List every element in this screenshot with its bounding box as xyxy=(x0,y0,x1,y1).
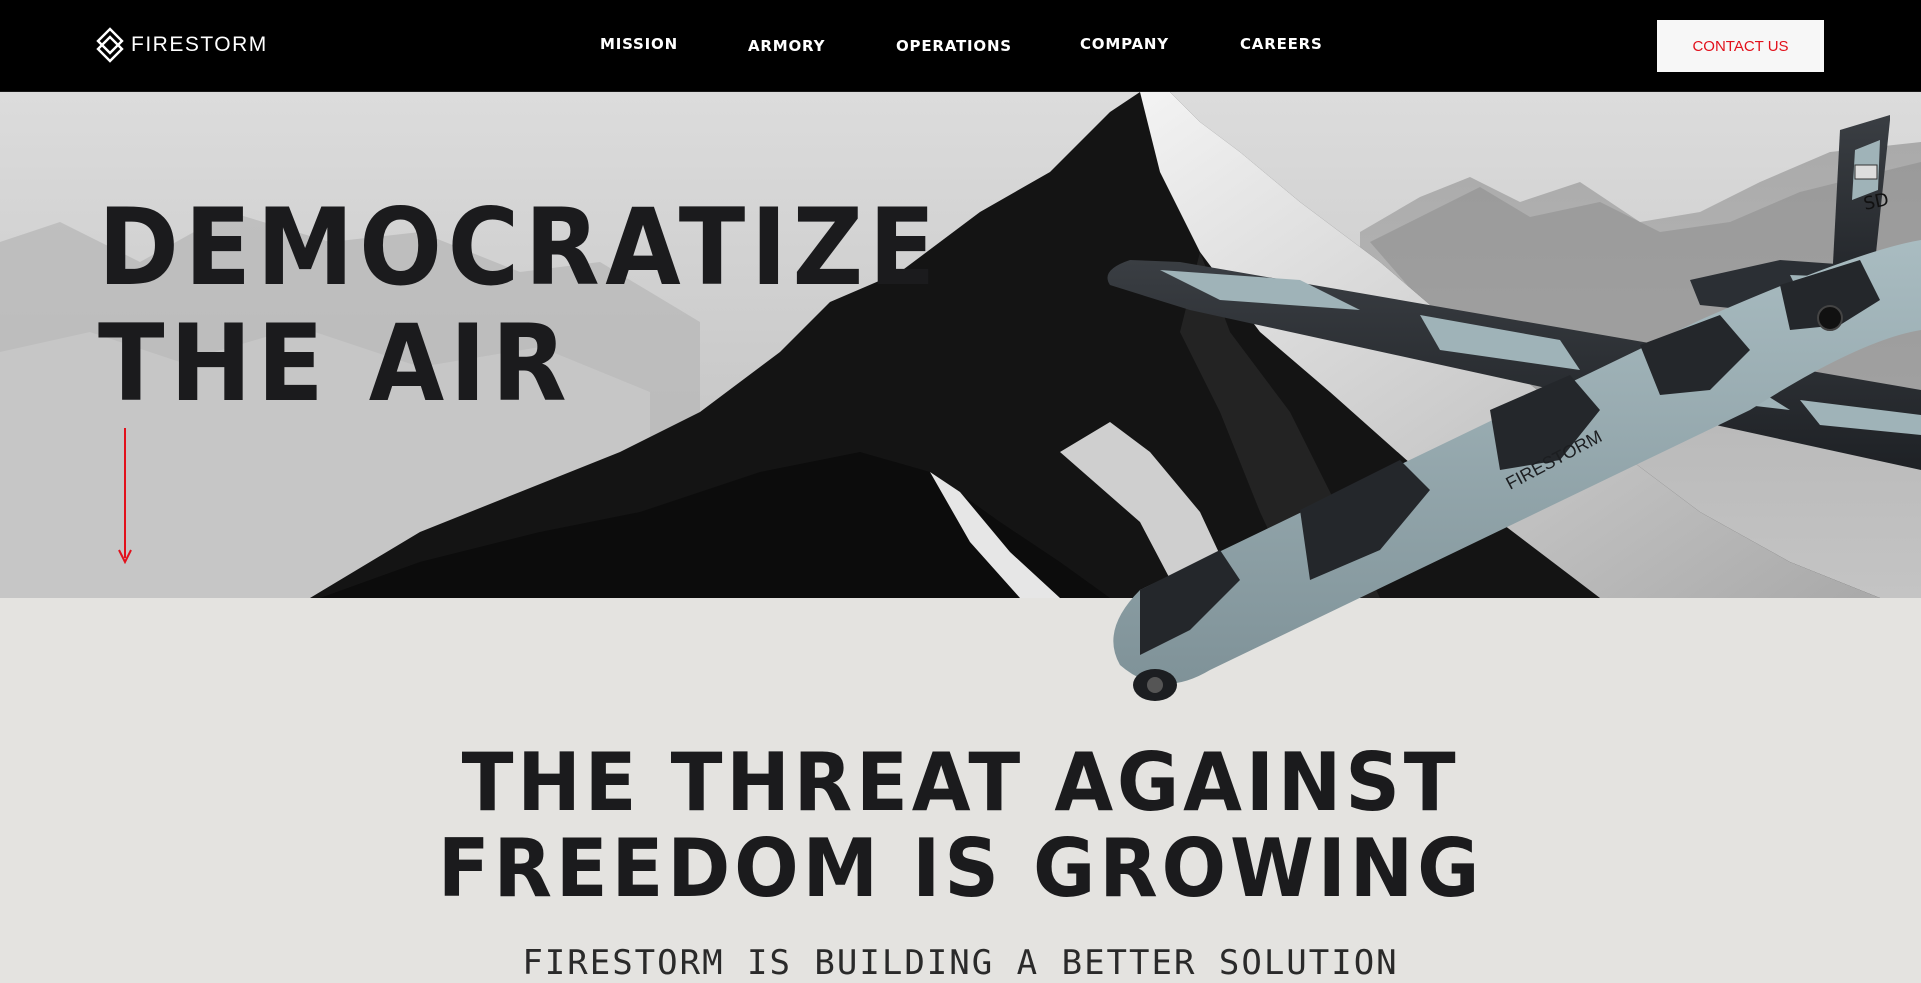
brand-name: FIRESTORM xyxy=(131,33,268,56)
hero-title-line-2: THE AIR xyxy=(98,302,573,425)
nav-item-mission[interactable]: MISSION xyxy=(600,35,678,53)
threat-heading: THE THREAT AGAINST FREEDOM IS GROWING xyxy=(48,740,1873,912)
drone-tail-text: SD xyxy=(1862,189,1891,215)
threat-heading-line-1: THE THREAT AGAINST xyxy=(461,736,1460,829)
threat-subheading: FIRESTORM IS BUILDING A BETTER SOLUTION xyxy=(522,943,1399,983)
contact-us-button[interactable]: CONTACT US xyxy=(1657,20,1824,72)
hero-title-line-1: DEMOCRATIZE xyxy=(98,186,941,309)
firestorm-logo-icon xyxy=(96,27,124,63)
home-logo-link[interactable]: FIRESTORM xyxy=(95,27,268,63)
drone-aircraft-image: SD FIRESTORM xyxy=(1107,115,1921,701)
hero-title: DEMOCRATIZE THE AIR xyxy=(98,190,941,422)
nav-item-armory[interactable]: ARMORY xyxy=(748,37,825,55)
nav-item-company[interactable]: COMPANY xyxy=(1080,35,1169,53)
arrow-down-icon[interactable] xyxy=(118,428,132,564)
top-navigation-bar: FIRESTORM MISSION ARMORY OPERATIONS COMP… xyxy=(0,0,1921,92)
nav-item-operations[interactable]: OPERATIONS xyxy=(896,37,1012,55)
nav-item-careers[interactable]: CAREERS xyxy=(1240,35,1323,53)
flag-icon xyxy=(1854,164,1878,180)
threat-heading-line-2: FREEDOM IS GROWING xyxy=(437,822,1484,915)
